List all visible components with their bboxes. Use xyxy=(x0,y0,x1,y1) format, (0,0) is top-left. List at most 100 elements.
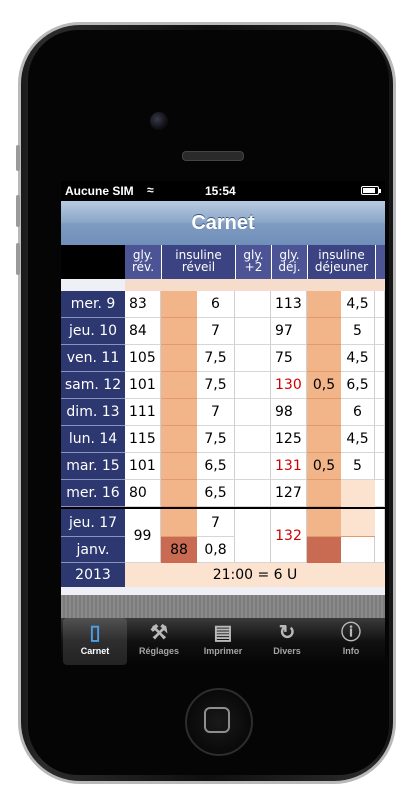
day-label: mer. 16 xyxy=(61,480,125,507)
gly-rev-cell[interactable]: 84 xyxy=(125,318,161,345)
ins-reveil-a-cell[interactable] xyxy=(161,291,197,318)
day-label: mer. 9 xyxy=(61,291,125,318)
column-header-insuline-reveil: insuline réveil xyxy=(161,245,235,279)
gly-dej-cell[interactable]: 113 xyxy=(271,291,307,318)
ins-reveil-cell[interactable]: 6,5 xyxy=(197,453,235,480)
next-col-cell[interactable] xyxy=(375,399,385,426)
ins-dej-b-cell[interactable]: 4,5 xyxy=(341,426,375,453)
current-ins-reveil-a[interactable]: 88 xyxy=(161,537,197,563)
current-day-label: jeu. 17 xyxy=(61,509,125,537)
tab-imprimer[interactable]: ▤ Imprimer xyxy=(191,618,255,665)
carrier-label: Aucune SIM xyxy=(65,184,134,198)
tab-info[interactable]: ⓘ Info xyxy=(319,618,383,665)
gly-rev-cell[interactable]: 83 xyxy=(125,291,161,318)
next-col-cell[interactable] xyxy=(375,426,385,453)
gly-dej-cell[interactable]: 97 xyxy=(271,318,307,345)
volume-down-button xyxy=(16,243,20,275)
gly-dej-cell[interactable]: 98 xyxy=(271,399,307,426)
ins-reveil-a-cell[interactable] xyxy=(161,399,197,426)
ins-reveil-cell[interactable]: 6 xyxy=(197,291,235,318)
sync-icon: ↻ xyxy=(278,622,296,644)
ins-reveil-a-cell[interactable] xyxy=(161,480,197,507)
current-ins-dej-b2[interactable] xyxy=(341,537,375,563)
gly-plus2-cell[interactable] xyxy=(235,453,271,480)
ins-reveil-a-cell[interactable] xyxy=(161,426,197,453)
ins-dej-b-cell[interactable]: 5 xyxy=(341,318,375,345)
current-ins-reveil-top[interactable]: 7 xyxy=(197,509,235,537)
table-background xyxy=(61,595,385,618)
next-col-cell[interactable] xyxy=(375,480,385,507)
current-ins-dej-a2[interactable] xyxy=(307,537,341,563)
current-ins-dej-a[interactable] xyxy=(307,509,341,537)
document-icon: ▤ xyxy=(213,622,233,644)
current-gly-plus2[interactable] xyxy=(235,509,271,563)
gly-plus2-cell[interactable] xyxy=(235,291,271,318)
gly-plus2-cell[interactable] xyxy=(235,372,271,399)
tab-carnet[interactable]: ▯ Carnet xyxy=(63,618,127,665)
ins-dej-b-cell[interactable]: 4,5 xyxy=(341,291,375,318)
ins-dej-b-cell[interactable]: 6,5 xyxy=(341,372,375,399)
current-gly-dej[interactable]: 132 xyxy=(271,509,307,563)
ins-dej-a-cell[interactable]: 0,5 xyxy=(307,453,341,480)
ins-dej-a-cell[interactable]: 0,5 xyxy=(307,372,341,399)
gly-dej-cell[interactable]: 130 xyxy=(271,372,307,399)
ins-dej-b-cell[interactable]: 4,5 xyxy=(341,345,375,372)
current-ins-reveil-a-empty[interactable] xyxy=(161,509,197,537)
gly-rev-cell[interactable]: 111 xyxy=(125,399,161,426)
gly-plus2-cell[interactable] xyxy=(235,426,271,453)
day-label: dim. 13 xyxy=(61,399,125,426)
column-header-insuline-dejeuner: insuline déjeuner xyxy=(307,245,375,279)
gly-dej-cell[interactable]: 127 xyxy=(271,480,307,507)
ins-reveil-cell[interactable]: 7,5 xyxy=(197,426,235,453)
gly-rev-cell[interactable]: 115 xyxy=(125,426,161,453)
ins-reveil-a-cell[interactable] xyxy=(161,345,197,372)
gly-plus2-cell[interactable] xyxy=(235,480,271,507)
ins-reveil-cell[interactable]: 6,5 xyxy=(197,480,235,507)
ins-reveil-a-cell[interactable] xyxy=(161,318,197,345)
next-col-cell[interactable] xyxy=(375,453,385,480)
ins-dej-a-cell[interactable] xyxy=(307,399,341,426)
tab-divers[interactable]: ↻ Divers xyxy=(255,618,319,665)
ins-dej-b-cell[interactable]: 6 xyxy=(341,399,375,426)
ins-reveil-cell[interactable]: 7 xyxy=(197,399,235,426)
gly-rev-cell[interactable]: 101 xyxy=(125,372,161,399)
ins-dej-a-cell[interactable] xyxy=(307,480,341,507)
ins-dej-a-cell[interactable] xyxy=(307,291,341,318)
column-header-gly-dej: gly. déj. xyxy=(271,245,307,279)
ins-reveil-a-cell[interactable] xyxy=(161,453,197,480)
ins-dej-a-cell[interactable] xyxy=(307,318,341,345)
gly-plus2-cell[interactable] xyxy=(235,399,271,426)
next-col-cell[interactable] xyxy=(375,372,385,399)
next-col-cell[interactable] xyxy=(375,318,385,345)
current-note[interactable]: 21:00 = 6 U xyxy=(125,563,385,587)
ins-dej-b-cell[interactable]: 5 xyxy=(341,453,375,480)
gly-rev-cell[interactable]: 105 xyxy=(125,345,161,372)
ins-reveil-cell[interactable]: 7,5 xyxy=(197,372,235,399)
current-ins-reveil-b[interactable]: 0,8 xyxy=(197,537,235,563)
ins-dej-a-cell[interactable] xyxy=(307,426,341,453)
front-camera xyxy=(150,112,168,130)
next-col-cell[interactable] xyxy=(375,291,385,318)
current-ins-dej-b[interactable] xyxy=(341,509,375,537)
ins-dej-b-cell[interactable] xyxy=(341,480,375,507)
current-gly-rev[interactable]: 99 xyxy=(125,509,161,563)
gly-plus2-cell[interactable] xyxy=(235,318,271,345)
status-time: 15:54 xyxy=(205,184,236,198)
gly-dej-cell[interactable]: 75 xyxy=(271,345,307,372)
ins-reveil-a-cell[interactable] xyxy=(161,372,197,399)
ins-reveil-cell[interactable]: 7 xyxy=(197,318,235,345)
earpiece-speaker xyxy=(182,151,244,161)
gly-dej-cell[interactable]: 131 xyxy=(271,453,307,480)
next-col-cell[interactable] xyxy=(375,345,385,372)
current-year-label: 2013 xyxy=(61,563,125,587)
gly-rev-cell[interactable]: 101 xyxy=(125,453,161,480)
ins-dej-a-cell[interactable] xyxy=(307,345,341,372)
gly-dej-cell[interactable]: 125 xyxy=(271,426,307,453)
gly-plus2-cell[interactable] xyxy=(235,345,271,372)
wifi-icon: ≈ xyxy=(147,183,154,197)
ins-reveil-cell[interactable]: 7,5 xyxy=(197,345,235,372)
screen: Aucune SIM ≈ 15:54 Carnet gly. rév. insu… xyxy=(61,181,385,665)
gly-rev-cell[interactable]: 80 xyxy=(125,480,161,507)
tab-reglages[interactable]: ⚒ Réglages xyxy=(127,618,191,665)
header-spacer-tint xyxy=(125,279,385,291)
